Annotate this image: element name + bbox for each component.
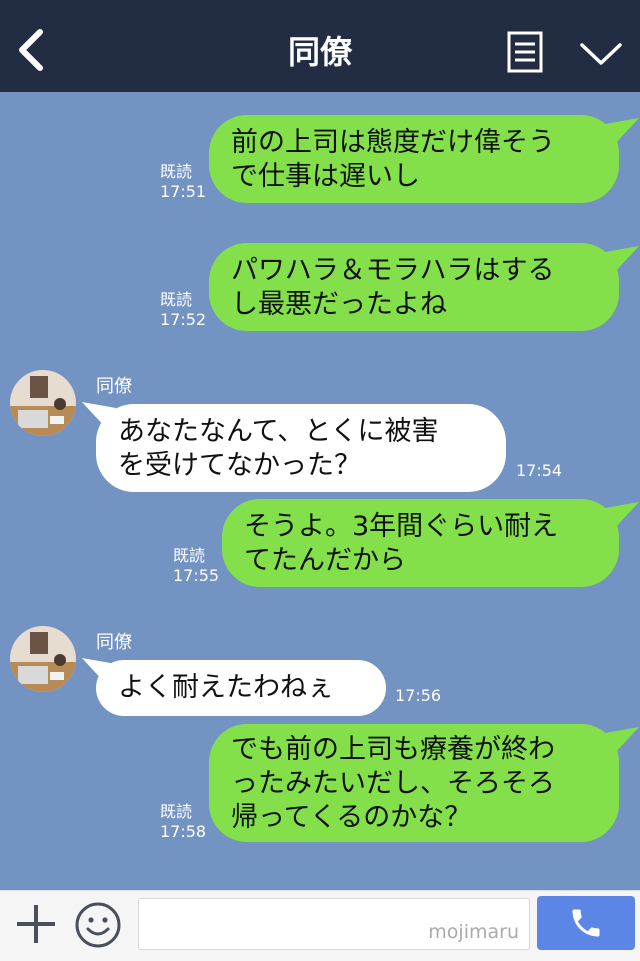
bubble-tail [605,118,639,144]
message-time: 17:56 [395,686,442,705]
read-status: 既読 17:58 [160,802,206,842]
outgoing-message-bubble[interactable]: パワハラ＆モラハラはする し最悪だったよね [209,243,619,331]
bubble-tail [605,246,639,272]
chevron-down-icon[interactable] [579,40,623,68]
message-line: し最悪だったよね [231,289,447,320]
bubble-tail [605,727,639,753]
message-time: 17:58 [160,822,207,841]
read-label: 既読 [160,290,193,309]
sender-name: 同僚 [96,376,132,397]
message-input[interactable]: mojimaru [138,898,530,950]
read-label: 既読 [160,802,193,821]
message-line: 帰ってくるのかな？ [231,802,472,833]
outgoing-message-bubble[interactable]: そうよ。3年間ぐらい耐え てたんだから [222,499,619,587]
notes-icon[interactable] [507,31,543,73]
message-time: 17:51 [160,182,207,201]
read-status: 既読 17:55 [173,546,219,586]
message-line: を受けてなかった？ [118,450,361,481]
message-line: てたんだから [244,545,406,576]
read-label: 既読 [173,546,206,565]
sender-name: 同僚 [96,632,132,653]
message-line: あなたなんて、とくに被害 [118,416,439,447]
message-line: ったみたいだし、そろそろ [231,768,555,799]
message-line: パワハラ＆モラハラはする [231,255,555,286]
avatar[interactable] [10,626,76,692]
phone-icon [572,909,600,937]
smiley-icon[interactable] [74,901,122,949]
message-time: 17:55 [173,566,220,585]
message-time: 17:52 [160,310,207,329]
message-line: でも前の上司も療養が終わ [231,734,555,765]
incoming-message-bubble[interactable]: あなたなんて、とくに被害 を受けてなかった？ [96,404,506,492]
avatar-photo [10,370,76,436]
message-time: 17:54 [516,461,563,480]
outgoing-message-bubble[interactable]: 前の上司は態度だけ偉そう で仕事は遅いし [209,115,619,203]
avatar[interactable] [10,370,76,436]
message-line: そうよ。3年間ぐらい耐え [244,511,559,542]
chat-title: 同僚 [287,33,352,71]
plus-icon[interactable] [14,902,58,946]
outgoing-message-bubble[interactable]: でも前の上司も療養が終わ ったみたいだし、そろそろ 帰ってくるのかな？ [209,724,619,842]
call-button[interactable] [537,896,635,950]
watermark: mojimaru [428,921,519,943]
message-line: よく耐えたわねぇ [118,672,334,703]
chat-header: 同僚 [0,0,640,92]
read-status: 既読 17:51 [160,162,206,202]
message-list[interactable]: 既読 17:51 前の上司は態度だけ偉そう で仕事は遅いし 既読 17:52 パ… [0,92,640,890]
avatar-photo [10,626,76,692]
bubble-tail [605,502,639,528]
read-label: 既読 [160,162,193,181]
message-line: 前の上司は態度だけ偉そう [231,127,555,158]
incoming-message-bubble[interactable]: よく耐えたわねぇ [96,660,386,716]
message-line: で仕事は遅いし [231,161,420,192]
read-status: 既読 17:52 [160,290,206,330]
